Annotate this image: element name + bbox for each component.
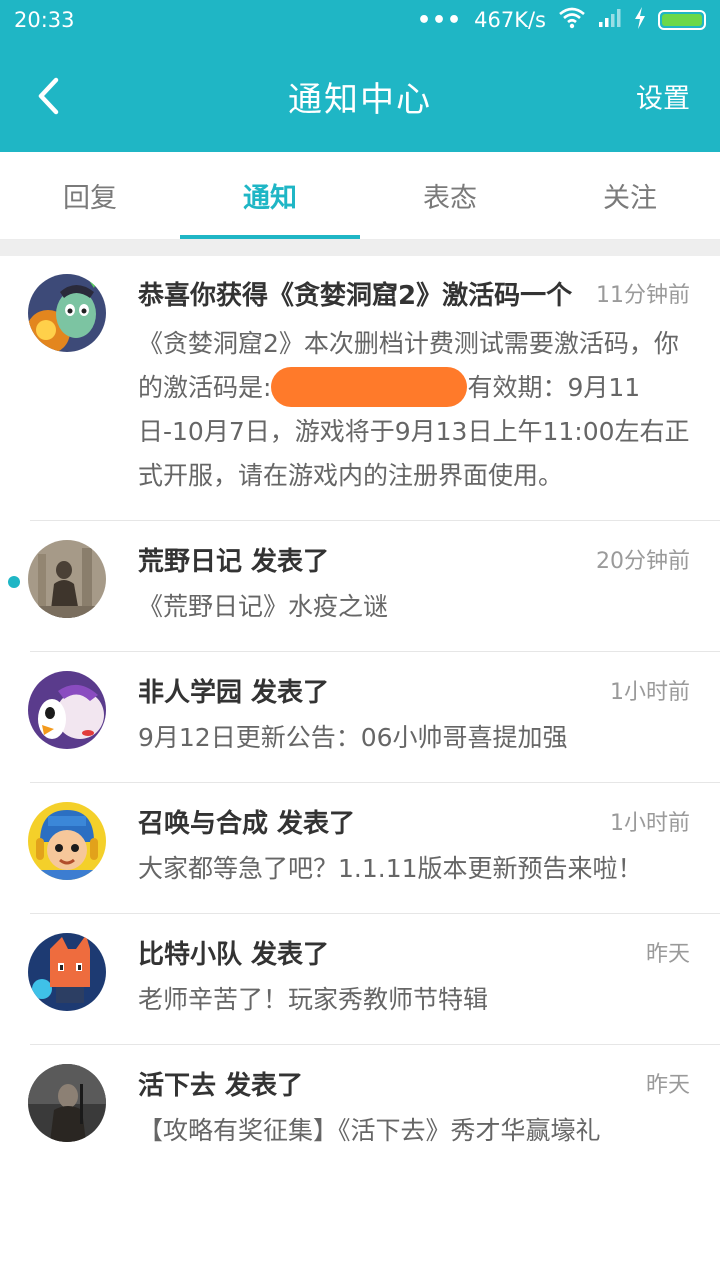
more-dots-icon: ••• xyxy=(416,7,463,33)
item-body: 《荒野日记》水疫之谜 xyxy=(138,592,389,621)
item-header: 荒野日记 发表了 20分钟前 xyxy=(138,540,690,584)
item-time: 昨天 xyxy=(645,1073,690,1098)
item-content: 召唤与合成 发表了 1小时前 大家都等急了吧？1.1.11版本更新预告来啦！ xyxy=(138,802,690,891)
app-header: 通知中心 设置 xyxy=(0,40,720,152)
avatar xyxy=(28,1064,106,1142)
top-bar: 20:33 ••• 467K/s 通知中心 设置 xyxy=(0,0,720,152)
signal-icon xyxy=(598,8,622,33)
item-header: 比特小队 发表了 昨天 xyxy=(138,933,690,977)
back-button[interactable] xyxy=(28,68,68,124)
network-speed: 467K/s xyxy=(474,8,546,32)
tab-notification[interactable]: 通知 xyxy=(180,152,360,239)
avatar xyxy=(28,540,106,618)
item-title: 恭喜你获得《贪婪洞窟2》激活码一个 xyxy=(138,281,573,311)
item-body: 大家都等急了吧？1.1.11版本更新预告来啦！ xyxy=(138,854,643,883)
section-divider xyxy=(0,240,720,256)
item-time: 11分钟前 xyxy=(596,283,690,308)
list-item[interactable]: 活下去 发表了 昨天 【攻略有奖征集】《活下去》秀才华赢壕礼 xyxy=(0,1044,720,1175)
tab-reply[interactable]: 回复 xyxy=(0,152,180,239)
battery-level xyxy=(662,14,702,26)
item-time: 昨天 xyxy=(645,942,690,967)
item-header: 活下去 发表了 昨天 xyxy=(138,1064,690,1108)
item-content: 荒野日记 发表了 20分钟前 《荒野日记》水疫之谜 xyxy=(138,540,690,629)
status-icons: ••• 467K/s xyxy=(416,6,706,34)
battery-icon xyxy=(658,10,706,30)
list-item[interactable]: 恭喜你获得《贪婪洞窟2》激活码一个 11分钟前 《贪婪洞窟2》本次删档计费测试需… xyxy=(0,256,720,520)
status-bar: 20:33 ••• 467K/s xyxy=(0,0,720,40)
item-title: 非人学园 发表了 xyxy=(138,678,330,708)
list-item[interactable]: 荒野日记 发表了 20分钟前 《荒野日记》水疫之谜 xyxy=(0,520,720,651)
wifi-icon xyxy=(558,7,586,34)
item-title: 荒野日记 发表了 xyxy=(138,547,330,577)
page-title: 通知中心 xyxy=(288,79,432,120)
chevron-left-icon xyxy=(38,77,59,115)
item-header: 恭喜你获得《贪婪洞窟2》激活码一个 11分钟前 xyxy=(138,274,690,318)
item-body: 老师辛苦了！玩家秀教师节特辑 xyxy=(138,985,489,1014)
item-content: 比特小队 发表了 昨天 老师辛苦了！玩家秀教师节特辑 xyxy=(138,933,690,1022)
tab-bar: 回复 通知 表态 关注 xyxy=(0,152,720,240)
redacted-code xyxy=(271,367,468,407)
status-time: 20:33 xyxy=(14,8,75,32)
notification-list: 恭喜你获得《贪婪洞窟2》激活码一个 11分钟前 《贪婪洞窟2》本次删档计费测试需… xyxy=(0,256,720,1175)
tab-reaction[interactable]: 表态 xyxy=(360,152,540,239)
item-title: 召唤与合成 发表了 xyxy=(138,809,356,839)
tab-follow[interactable]: 关注 xyxy=(540,152,720,239)
unread-dot xyxy=(8,576,20,588)
avatar xyxy=(28,274,106,352)
list-item[interactable]: 非人学园 发表了 1小时前 9月12日更新公告：06小帅哥喜提加强 xyxy=(0,651,720,782)
item-header: 召唤与合成 发表了 1小时前 xyxy=(138,802,690,846)
item-content: 恭喜你获得《贪婪洞窟2》激活码一个 11分钟前 《贪婪洞窟2》本次删档计费测试需… xyxy=(138,274,690,498)
item-time: 1小时前 xyxy=(610,680,690,705)
settings-button[interactable]: 设置 xyxy=(636,77,690,116)
item-title: 活下去 发表了 xyxy=(138,1071,304,1101)
charging-icon xyxy=(634,6,646,34)
item-content: 非人学园 发表了 1小时前 9月12日更新公告：06小帅哥喜提加强 xyxy=(138,671,690,760)
item-body: 【攻略有奖征集】《活下去》秀才华赢壕礼 xyxy=(138,1116,601,1145)
item-time: 20分钟前 xyxy=(596,549,690,574)
item-body: 9月12日更新公告：06小帅哥喜提加强 xyxy=(138,723,568,752)
avatar xyxy=(28,671,106,749)
item-time: 1小时前 xyxy=(610,811,690,836)
item-header: 非人学园 发表了 1小时前 xyxy=(138,671,690,715)
avatar xyxy=(28,933,106,1011)
item-title: 比特小队 发表了 xyxy=(138,940,330,970)
avatar xyxy=(28,802,106,880)
item-body: 《贪婪洞窟2》本次删档计费测试需要激活码，你的激活码是: 有效期：9月11日-10… xyxy=(138,322,690,498)
item-content: 活下去 发表了 昨天 【攻略有奖征集】《活下去》秀才华赢壕礼 xyxy=(138,1064,690,1153)
list-item[interactable]: 比特小队 发表了 昨天 老师辛苦了！玩家秀教师节特辑 xyxy=(0,913,720,1044)
list-item[interactable]: 召唤与合成 发表了 1小时前 大家都等急了吧？1.1.11版本更新预告来啦！ xyxy=(0,782,720,913)
